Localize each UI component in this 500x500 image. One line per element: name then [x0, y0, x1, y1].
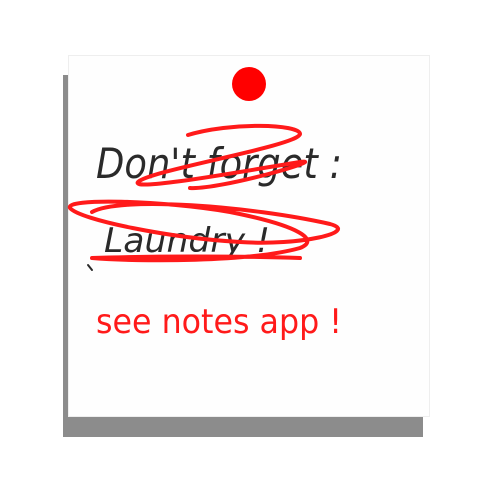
note-ink: Don't forget : Laundry ! see notes app !	[67, 123, 342, 342]
stray-ink-mark	[87, 264, 93, 271]
sticky-note-scene: Don't forget : Laundry ! see notes app !	[0, 0, 500, 500]
note-line-3: see notes app !	[96, 302, 342, 342]
